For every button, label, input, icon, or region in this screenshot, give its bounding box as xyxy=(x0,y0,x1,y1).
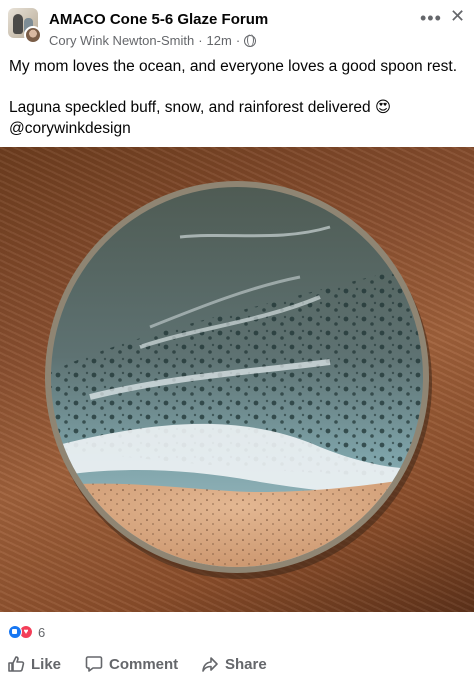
group-avatar[interactable] xyxy=(8,8,42,44)
reaction-count: 6 xyxy=(38,624,46,640)
meta-separator: · xyxy=(198,33,203,48)
user-avatar[interactable] xyxy=(24,26,42,44)
comment-button[interactable]: Comment xyxy=(85,655,178,673)
post-text-line: Laguna speckled buff, snow, and rainfore… xyxy=(9,99,392,116)
post-meta: Cory Wink Newton-Smith · 12m · xyxy=(49,33,257,48)
author-name-link[interactable]: Cory Wink Newton-Smith xyxy=(49,33,194,48)
share-button[interactable]: Share xyxy=(201,655,267,673)
more-options-icon[interactable]: ••• xyxy=(420,8,442,29)
share-label: Share xyxy=(225,655,267,673)
reaction-summary[interactable]: ♥ 6 xyxy=(8,624,45,640)
spoon-rest-plate-image xyxy=(45,181,432,579)
like-label: Like xyxy=(31,655,62,673)
comment-label: Comment xyxy=(109,655,179,673)
post-header: AMACO Cone 5-6 Glaze Forum Cory Wink New… xyxy=(0,0,474,52)
post-text-line: My mom loves the ocean, and everyone lov… xyxy=(9,58,458,75)
like-button[interactable]: Like xyxy=(7,655,61,673)
post-body: My mom loves the ocean, and everyone lov… xyxy=(9,56,469,139)
thumbs-up-icon xyxy=(7,655,25,673)
post-mention-link[interactable]: @corywinkdesign xyxy=(9,118,469,139)
share-arrow-icon xyxy=(201,655,219,673)
comment-bubble-icon xyxy=(85,655,103,673)
close-icon[interactable]: ✕ xyxy=(450,6,465,27)
meta-separator-2: · xyxy=(235,33,241,48)
post-actions: Like Comment Share xyxy=(0,652,474,675)
globe-icon xyxy=(244,34,257,47)
post-timestamp[interactable]: 12m xyxy=(207,33,232,48)
group-name-link[interactable]: AMACO Cone 5-6 Glaze Forum xyxy=(49,11,268,28)
like-reaction-icon xyxy=(8,625,22,639)
post-photo[interactable] xyxy=(0,147,474,612)
